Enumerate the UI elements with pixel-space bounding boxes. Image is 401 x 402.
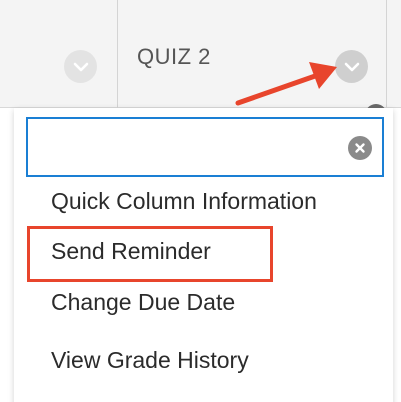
menu-item-view-grade-history[interactable]: View Grade History: [51, 347, 249, 374]
column-header-row: QUIZ 2: [0, 0, 401, 108]
menu-item-send-reminder[interactable]: Send Reminder: [51, 238, 211, 265]
menu-search-input[interactable]: [38, 129, 342, 167]
menu-search-box: [26, 117, 384, 177]
column-menu-button[interactable]: [335, 50, 368, 83]
clear-search-button[interactable]: [348, 136, 372, 160]
menu-item-change-due-date[interactable]: Change Due Date: [51, 289, 235, 316]
menu-item-quick-column-information[interactable]: Quick Column Information: [51, 188, 317, 215]
column-header-quiz: QUIZ 2: [118, 0, 386, 107]
chevron-down-icon: [344, 62, 359, 71]
grade-center: QUIZ 2 Quick Column Information Send Rem…: [0, 0, 401, 402]
column-header-next: [387, 0, 401, 107]
column-menu-button-previous[interactable]: [64, 50, 97, 83]
column-title: QUIZ 2: [137, 44, 211, 69]
column-context-menu: Quick Column Information Send Reminder C…: [14, 108, 393, 402]
clear-x-icon: [355, 143, 365, 153]
column-header-previous: [0, 0, 117, 107]
chevron-down-icon: [73, 62, 88, 71]
